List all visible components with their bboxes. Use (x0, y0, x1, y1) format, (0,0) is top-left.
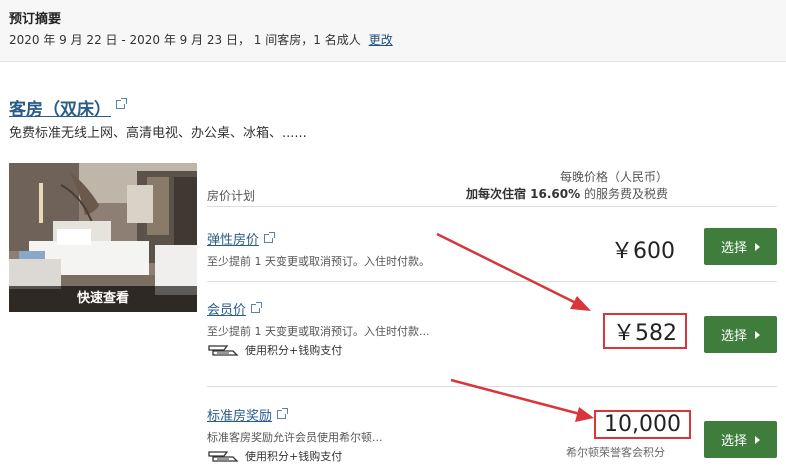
rate-divider (207, 281, 777, 282)
room-photo[interactable]: 快速查看 (9, 163, 197, 312)
annotation-arrow-member-price (436, 232, 579, 306)
booking-summary-details: 2020 年 9 月 22 日 - 2020 年 9 月 23 日， 1 间客房… (9, 31, 393, 48)
rate-member-price: ￥582 (603, 313, 687, 349)
booking-dates-guests: 2020 年 9 月 22 日 - 2020 年 9 月 23 日， 1 间客房… (9, 33, 361, 47)
service-fee-rate: 加每次住宿 16.60% (466, 187, 581, 201)
rate-divider (207, 206, 777, 207)
chevron-right-icon (755, 242, 760, 251)
points-money-icon (208, 345, 239, 356)
quick-view-button[interactable]: 快速查看 (9, 286, 197, 312)
chevron-right-icon (755, 330, 760, 339)
rate-plan-header: 房价计划 (207, 189, 256, 203)
rate-plan-standard-reward-label: 标准房奖励 (207, 409, 273, 424)
rate-plan-flexible-description: 至少提前 1 天变更或取消预订。入住时付款。 (207, 255, 430, 268)
select-flexible-rate-button[interactable]: 选择 (704, 228, 777, 265)
rate-plan-member[interactable]: 会员价 (207, 299, 263, 318)
select-standard-reward-button[interactable]: 选择 (704, 421, 777, 458)
room-type-title-text: 客房（双床） (9, 100, 111, 120)
points-money-icon (208, 451, 239, 462)
booking-summary-title: 预订摘要 (9, 12, 62, 27)
external-link-icon (116, 98, 127, 109)
select-button-label: 选择 (720, 241, 747, 256)
rate-plan-standard-reward-description: 标准客房奖励允许会员使用希尔顿... (207, 431, 383, 444)
points-money-option: 使用积分+钱购支付 (207, 342, 342, 358)
rate-plan-flexible-label: 弹性房价 (207, 233, 260, 248)
room-type-title[interactable]: 客房（双床） (9, 95, 127, 120)
service-fee-text: 的服务费及税费 (580, 187, 668, 201)
rate-plan-flexible[interactable]: 弹性房价 (207, 229, 276, 248)
points-money-option: 使用积分+钱购支付 (207, 448, 342, 464)
select-button-label: 选择 (720, 434, 747, 449)
external-link-icon (251, 302, 263, 313)
service-fee-note: 加每次住宿 16.60% 的服务费及税费 (466, 185, 668, 202)
chevron-right-icon (755, 435, 760, 444)
arrow-head-icon (570, 296, 591, 311)
points-money-label: 使用积分+钱购支付 (245, 344, 343, 357)
rate-standard-reward-points: 10,000 (594, 410, 691, 439)
arrow-head-icon (575, 407, 594, 422)
booking-summary: 预订摘要 2020 年 9 月 22 日 - 2020 年 9 月 23 日， … (0, 0, 786, 62)
select-button-label: 选择 (720, 329, 747, 344)
rate-divider (207, 386, 777, 387)
external-link-icon (264, 232, 276, 243)
change-booking-link[interactable]: 更改 (369, 33, 393, 47)
rate-plan-member-description: 至少提前 1 天变更或取消预订。入住时付款... (207, 325, 430, 338)
honors-points-label: 希尔顿荣誉客会积分 (566, 446, 665, 459)
select-member-rate-button[interactable]: 选择 (704, 316, 777, 353)
per-night-price-label: 每晚价格（人民币） (559, 170, 668, 184)
external-link-icon (277, 408, 289, 419)
rate-flexible-price: ￥600 (611, 239, 675, 264)
points-money-label: 使用积分+钱购支付 (245, 450, 343, 463)
rate-plan-standard-reward[interactable]: 标准房奖励 (207, 405, 289, 424)
rate-plan-member-label: 会员价 (207, 303, 247, 318)
room-amenities: 免费标准无线上网、高清电视、办公桌、冰箱、...... (9, 126, 307, 141)
